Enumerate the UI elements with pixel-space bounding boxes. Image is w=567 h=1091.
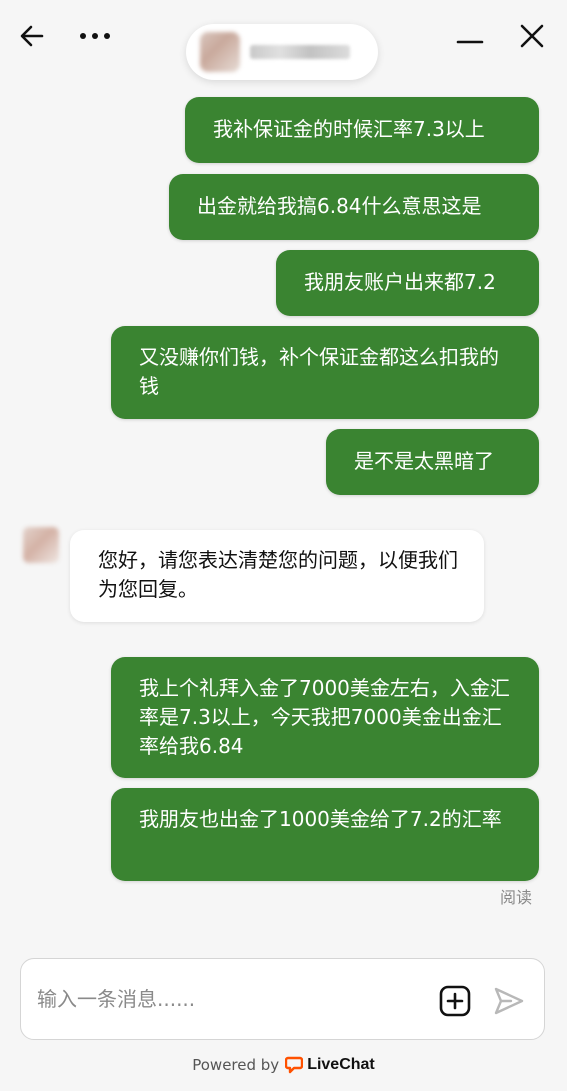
- powered-by-footer: Powered by LiveChat: [0, 1056, 567, 1074]
- agent-info-pill[interactable]: [186, 24, 378, 80]
- livechat-link[interactable]: LiveChat: [285, 1056, 375, 1074]
- visitor-message: 我补保证金的时候汇率7.3以上: [185, 97, 539, 163]
- chat-header: [0, 0, 567, 90]
- minimize-icon: [456, 40, 484, 44]
- plus-square-icon: [439, 985, 471, 1017]
- agent-message: 您好，请您表达清楚您的问题，以便我们为您回复。: [70, 530, 484, 622]
- livechat-logo-icon: [285, 1056, 304, 1074]
- read-receipt: 阅读: [500, 888, 533, 907]
- more-horizontal-icon: [80, 33, 110, 39]
- visitor-message: 又没赚你们钱，补个保证金都这么扣我的钱: [111, 326, 539, 419]
- send-button[interactable]: [491, 983, 527, 1019]
- livechat-brand: LiveChat: [307, 1056, 375, 1073]
- visitor-message: 我朋友也出金了1000美金给了7.2的汇率: [111, 788, 539, 881]
- visitor-message: 是不是太黑暗了: [326, 429, 539, 495]
- send-icon: [494, 987, 524, 1015]
- visitor-message: 我朋友账户出来都7.2: [276, 250, 539, 316]
- attach-button[interactable]: [439, 985, 471, 1017]
- powered-by-label: Powered by: [192, 1056, 280, 1074]
- agent-avatar: [23, 527, 59, 563]
- close-button[interactable]: [512, 16, 552, 56]
- agent-name-blurred: [250, 45, 350, 59]
- agent-avatar-blurred: [200, 32, 240, 72]
- message-input[interactable]: [37, 979, 427, 1019]
- message-composer: [20, 958, 545, 1040]
- minimize-button[interactable]: [450, 16, 490, 56]
- visitor-message: 出金就给我搞6.84什么意思这是: [169, 174, 539, 240]
- back-button[interactable]: [12, 16, 52, 56]
- more-options-button[interactable]: [75, 16, 115, 56]
- arrow-left-icon: [20, 25, 44, 47]
- visitor-message: 我上个礼拜入金了7000美金左右，入金汇率是7.3以上，今天我把7000美金出金…: [111, 657, 539, 778]
- close-icon: [520, 24, 544, 48]
